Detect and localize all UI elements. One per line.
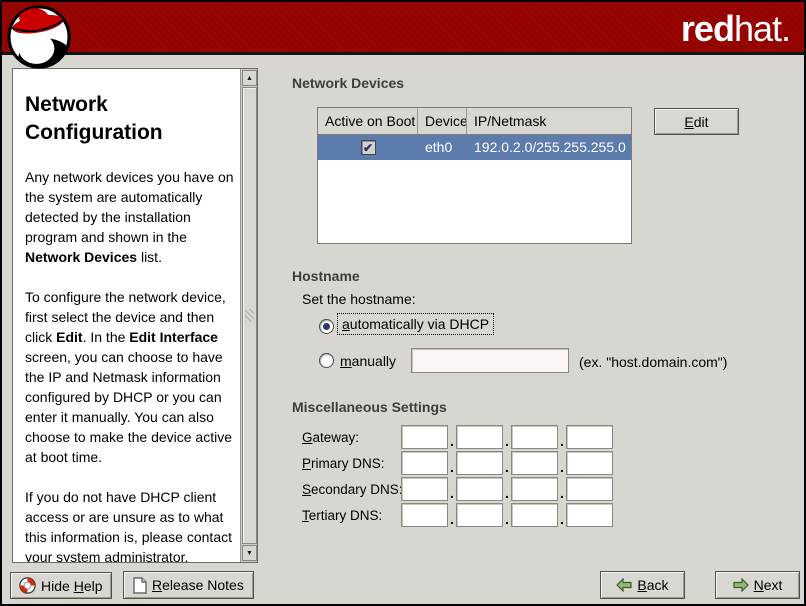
column-header-active-on-boot: Active on Boot [318, 108, 418, 134]
document-icon [133, 577, 147, 594]
misc-settings-grid: Gateway: . . . Primary DNS: . . . Second… [302, 425, 613, 529]
primary-dns-octet-3[interactable] [511, 451, 558, 475]
release-notes-label: Release Notes [152, 577, 244, 593]
hostname-input[interactable] [411, 348, 569, 373]
scroll-up-button[interactable]: ▲ [242, 70, 257, 86]
gateway-octet-4[interactable] [566, 425, 613, 449]
octet-dot: . [448, 425, 456, 449]
gateway-label: Gateway: [302, 430, 401, 445]
wordmark-light: hat. [734, 8, 790, 49]
hostname-example-hint: (ex. "host.domain.com") [579, 354, 727, 370]
primary-dns-row: Primary DNS: . . . [302, 451, 613, 475]
secondary-dns-octet-3[interactable] [511, 477, 558, 501]
life-buoy-icon [19, 577, 36, 594]
radio-manually-label[interactable]: manually [340, 353, 396, 369]
edit-button-label: Edit [684, 114, 708, 130]
table-row[interactable]: ✔ eth0 192.0.2.0/255.255.255.0 [318, 135, 631, 160]
octet-dot: . [448, 477, 456, 501]
tertiary-dns-octet-2[interactable] [456, 503, 503, 527]
primary-dns-octet-4[interactable] [566, 451, 613, 475]
secondary-dns-octet-1[interactable] [401, 477, 448, 501]
octet-dot: . [503, 477, 511, 501]
tertiary-dns-octet-4[interactable] [566, 503, 613, 527]
hide-help-button[interactable]: Hide Help [10, 572, 112, 599]
tertiary-dns-row: Tertiary DNS: . . . [302, 503, 613, 527]
help-scrollbar[interactable]: ▲ ▼ [240, 69, 257, 562]
back-arrow-icon [616, 578, 632, 592]
octet-dot: . [448, 503, 456, 527]
gateway-octet-2[interactable] [456, 425, 503, 449]
wordmark-bold: red [681, 8, 734, 49]
radio-automatic-dhcp[interactable] [319, 319, 334, 334]
help-title: Network Configuration [25, 91, 234, 147]
help-panel: Network Configuration Any network device… [12, 68, 258, 563]
device-cell: eth0 [418, 135, 467, 160]
next-arrow-icon [733, 578, 749, 592]
installer-window: redhat. Network Configuration Any networ… [0, 0, 806, 606]
radio-automatic-dhcp-label[interactable]: automatically via DHCP [338, 314, 493, 334]
redhat-wordmark: redhat. [681, 6, 790, 52]
back-button-label: Back [637, 577, 668, 593]
scrollbar-thumb[interactable] [242, 87, 257, 544]
secondary-dns-row: Secondary DNS: . . . [302, 477, 613, 501]
secondary-dns-label: Secondary DNS: [302, 482, 401, 497]
table-header-row: Active on Boot Device IP/Netmask [318, 108, 631, 135]
octet-dot: . [503, 425, 511, 449]
ip-netmask-cell: 192.0.2.0/255.255.255.0 [467, 135, 631, 160]
misc-settings-section-label: Miscellaneous Settings [292, 399, 447, 415]
network-devices-table: Active on Boot Device IP/Netmask ✔ eth0 … [317, 107, 632, 244]
primary-dns-label: Primary DNS: [302, 456, 401, 471]
gateway-row: Gateway: . . . [302, 425, 613, 449]
octet-dot: . [558, 451, 566, 475]
column-header-device: Device [418, 108, 467, 134]
top-banner: redhat. [2, 2, 804, 55]
tertiary-dns-octet-1[interactable] [401, 503, 448, 527]
secondary-dns-octet-4[interactable] [566, 477, 613, 501]
tertiary-dns-label: Tertiary DNS: [302, 508, 401, 523]
release-notes-button[interactable]: Release Notes [123, 571, 254, 599]
primary-dns-octet-2[interactable] [456, 451, 503, 475]
octet-dot: . [558, 503, 566, 527]
octet-dot: . [503, 503, 511, 527]
scrollbar-grip-icon [245, 309, 254, 322]
help-text-area: Network Configuration Any network device… [13, 69, 240, 562]
scroll-down-button[interactable]: ▼ [242, 545, 257, 561]
secondary-dns-octet-2[interactable] [456, 477, 503, 501]
back-button[interactable]: Back [600, 571, 685, 599]
active-on-boot-cell: ✔ [318, 135, 418, 160]
network-devices-section-label: Network Devices [292, 75, 404, 91]
primary-dns-octet-1[interactable] [401, 451, 448, 475]
set-hostname-prompt: Set the hostname: [302, 291, 416, 307]
gateway-octet-3[interactable] [511, 425, 558, 449]
help-text: Any network devices you have on the syst… [25, 167, 234, 562]
gateway-octet-1[interactable] [401, 425, 448, 449]
hostname-section-label: Hostname [292, 268, 360, 284]
next-button[interactable]: Next [715, 571, 800, 599]
edit-button[interactable]: Edit [654, 108, 739, 135]
octet-dot: . [503, 451, 511, 475]
octet-dot: . [558, 477, 566, 501]
active-on-boot-checkbox[interactable]: ✔ [361, 140, 376, 155]
next-button-label: Next [754, 577, 783, 593]
tertiary-dns-octet-3[interactable] [511, 503, 558, 527]
octet-dot: . [448, 451, 456, 475]
radio-manually[interactable] [319, 353, 334, 368]
octet-dot: . [558, 425, 566, 449]
column-header-ip-netmask: IP/Netmask [467, 108, 631, 134]
hide-help-label: Hide Help [41, 578, 103, 594]
redhat-shadowman-logo [7, 5, 71, 69]
